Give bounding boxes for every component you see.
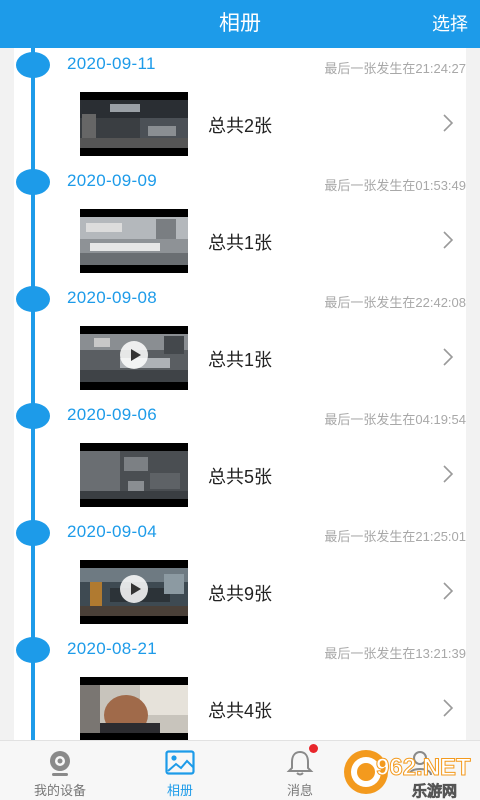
photo-count: 总共5张 — [208, 467, 273, 487]
chevron-right-icon — [443, 582, 454, 600]
album-row[interactable]: 总共1张 — [76, 201, 466, 281]
chevron-right-icon — [443, 348, 454, 366]
date-group: 2020-09-11 最后一张发生在21:24:27 总共2张 — [0, 48, 480, 165]
chevron-right-icon — [443, 699, 454, 717]
album-row[interactable]: 总共4张 — [76, 669, 466, 749]
tab-label: 相册 — [166, 783, 193, 798]
group-date: 2020-09-08 — [67, 288, 157, 307]
photo-count: 总共2张 — [208, 116, 273, 136]
album-row[interactable]: 总共1张 — [76, 318, 466, 398]
tab-album[interactable]: 相册 — [120, 741, 240, 800]
date-group: 2020-09-08 最后一张发生在22:42:08 总共1张 — [0, 282, 480, 399]
album-thumbnail[interactable] — [80, 677, 188, 741]
group-date: 2020-09-06 — [67, 405, 157, 424]
watermark-text: 962.NET — [376, 754, 471, 781]
timeline-dot — [16, 520, 50, 546]
last-shot-time: 最后一张发生在21:24:27 — [324, 61, 466, 76]
photo-count: 总共9张 — [208, 584, 273, 604]
notification-badge — [309, 744, 318, 753]
last-shot-time: 最后一张发生在04:19:54 — [324, 412, 466, 427]
album-row[interactable]: 总共5张 — [76, 435, 466, 515]
chevron-right-icon — [443, 465, 454, 483]
album-row[interactable]: 总共9张 — [76, 552, 466, 632]
date-group: 2020-09-06 最后一张发生在04:19:54 总共5张 — [0, 399, 480, 516]
chevron-right-icon — [443, 231, 454, 249]
group-date: 2020-09-09 — [67, 171, 157, 190]
app-header: 相册 选择 — [0, 0, 480, 48]
last-shot-time: 最后一张发生在22:42:08 — [324, 295, 466, 310]
tab-label: 我的设备 — [33, 783, 86, 798]
album-thumbnail[interactable] — [80, 209, 188, 273]
timeline-dot — [16, 286, 50, 312]
album-row[interactable]: 总共2张 — [76, 84, 466, 164]
album-thumbnail[interactable] — [80, 560, 188, 624]
last-shot-time: 最后一张发生在21:25:01 — [324, 529, 466, 544]
date-group: 2020-09-09 最后一张发生在01:53:49 总共1张 — [0, 165, 480, 282]
play-icon — [120, 341, 148, 369]
play-icon — [120, 575, 148, 603]
photo-count: 总共4张 — [208, 701, 273, 721]
timeline-dot — [16, 52, 50, 78]
date-group: 2020-09-04 最后一张发生在21:25:01 总共9张 — [0, 516, 480, 633]
timeline-dot — [16, 637, 50, 663]
select-button[interactable]: 选择 — [432, 0, 468, 48]
group-date: 2020-09-04 — [67, 522, 157, 541]
photo-count: 总共1张 — [208, 233, 273, 253]
album-thumbnail[interactable] — [80, 326, 188, 390]
group-date: 2020-08-21 — [67, 639, 157, 658]
camera-icon — [50, 751, 70, 776]
album-thumbnail[interactable] — [80, 92, 188, 156]
album-thumbnail[interactable] — [80, 443, 188, 507]
watermark-subtext: 乐游网 — [412, 782, 457, 800]
chevron-right-icon — [443, 114, 454, 132]
timeline-dot — [16, 169, 50, 195]
last-shot-time: 最后一张发生在13:21:39 — [324, 646, 466, 661]
tab-my-devices[interactable]: 我的设备 — [0, 741, 120, 800]
timeline-dot — [16, 403, 50, 429]
group-date: 2020-09-11 — [67, 54, 156, 73]
date-group: 2020-08-21 最后一张发生在13:21:39 总共4张 — [0, 633, 480, 750]
bell-icon — [286, 750, 314, 776]
photo-count: 总共1张 — [208, 350, 273, 370]
watermark-logo: 962.NET 乐游网 — [344, 750, 472, 800]
photo-album-icon — [165, 750, 195, 775]
last-shot-time: 最后一张发生在01:53:49 — [324, 178, 466, 193]
page-title: 相册 — [219, 12, 261, 35]
